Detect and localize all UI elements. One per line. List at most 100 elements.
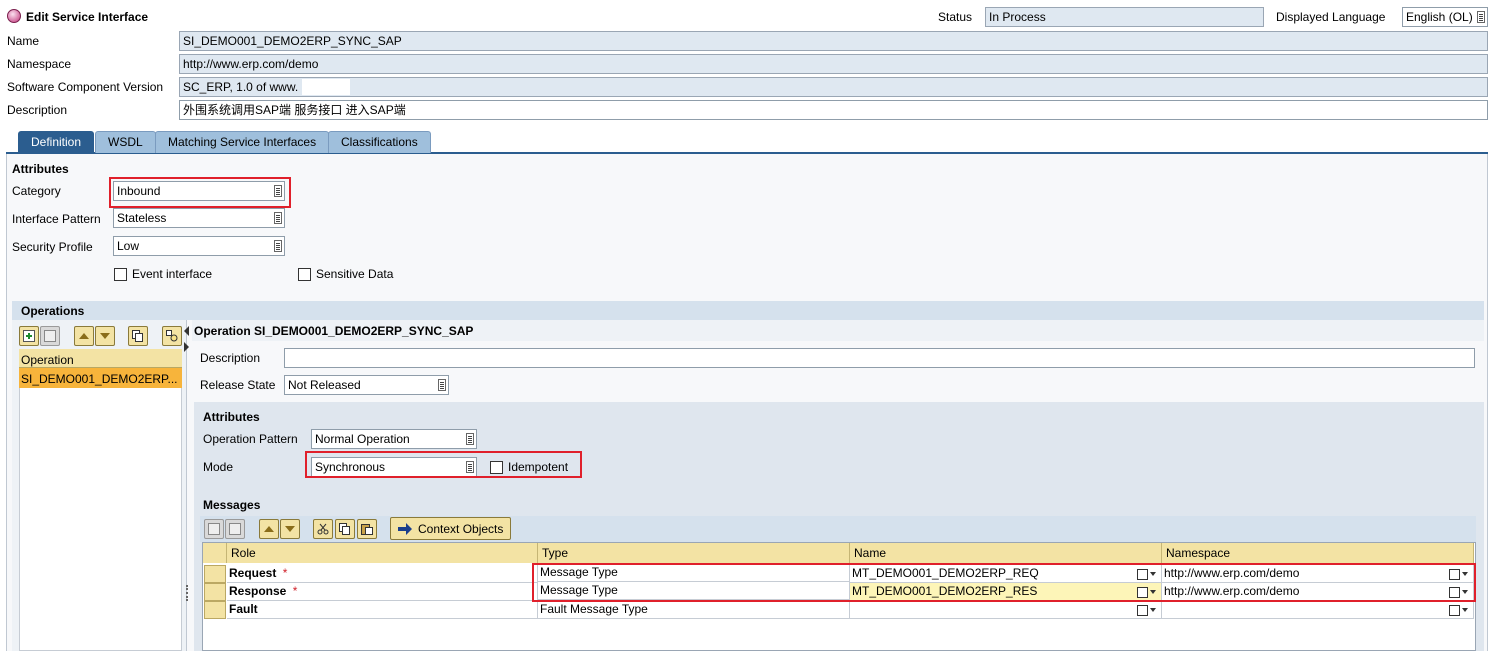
event-interface-label: Event interface xyxy=(132,267,213,281)
mode-label: Mode xyxy=(203,460,234,474)
message-move-up-button[interactable] xyxy=(259,519,279,539)
arrow-down-icon xyxy=(285,526,295,532)
value-help-icon[interactable] xyxy=(1137,604,1157,616)
required-marker: * xyxy=(282,566,288,580)
dropdown-icon[interactable] xyxy=(438,379,446,391)
value-help-icon[interactable] xyxy=(1449,586,1469,598)
arrow-up-icon xyxy=(264,526,274,532)
cut-button[interactable] xyxy=(313,519,333,539)
message-move-down-button[interactable] xyxy=(280,519,300,539)
arrow-up-icon xyxy=(79,333,89,339)
idempotent-label: Idempotent xyxy=(508,460,569,474)
value-help-icon[interactable] xyxy=(1137,568,1157,580)
security-profile-value: Low xyxy=(117,239,140,253)
release-state-label: Release State xyxy=(200,378,276,392)
paste-button[interactable] xyxy=(357,519,377,539)
release-state-select[interactable]: Not Released xyxy=(284,375,449,395)
security-profile-label: Security Profile xyxy=(12,240,93,254)
swcv-label: Software Component Version xyxy=(7,80,164,94)
row-selector[interactable] xyxy=(204,601,226,619)
operation-description-label: Description xyxy=(200,351,261,365)
move-up-button[interactable] xyxy=(74,326,94,346)
row-selector[interactable] xyxy=(204,565,226,583)
row-selector[interactable] xyxy=(204,583,226,601)
expand-panel-icon[interactable] xyxy=(184,342,189,352)
service-interface-icon xyxy=(7,9,21,23)
table-row-namespace[interactable]: http://www.erp.com/demo xyxy=(1162,583,1474,601)
language-label: Displayed Language xyxy=(1276,10,1386,24)
mode-value: Synchronous xyxy=(315,460,386,474)
copy-icon xyxy=(132,330,143,342)
table-row-role: Response * xyxy=(227,583,538,601)
collapse-panel-icon[interactable] xyxy=(184,326,189,336)
operation-description-input[interactable] xyxy=(284,348,1475,368)
language-select[interactable]: English (OL) xyxy=(1402,7,1488,27)
table-row-namespace[interactable] xyxy=(1162,601,1474,619)
dropdown-icon[interactable] xyxy=(1477,11,1485,23)
description-input[interactable]: 外围系统调用SAP端 服务接口 进入SAP端 xyxy=(179,100,1488,120)
arrow-right-icon xyxy=(398,523,412,535)
context-objects-button[interactable]: Context Objects xyxy=(390,517,511,540)
operations-heading: Operations xyxy=(21,304,85,318)
delete-row-icon xyxy=(229,523,241,535)
table-row-type[interactable]: Message Type xyxy=(538,564,850,582)
category-select[interactable]: Inbound xyxy=(113,181,285,201)
settings-icon xyxy=(166,330,178,342)
table-row-role: Fault xyxy=(227,601,538,619)
column-header-role[interactable]: Role xyxy=(227,543,538,563)
interface-pattern-select[interactable]: Stateless xyxy=(113,208,285,228)
add-message-button[interactable] xyxy=(204,519,224,539)
sensitive-data-label: Sensitive Data xyxy=(316,267,394,281)
value-help-icon[interactable] xyxy=(1137,586,1157,598)
column-header-name[interactable]: Name xyxy=(850,543,1162,563)
value-help-icon[interactable] xyxy=(1449,604,1469,616)
add-row-icon xyxy=(208,523,220,535)
table-row-name[interactable]: MT_DEMO001_DEMO2ERP_RES xyxy=(850,583,1162,601)
operation-pattern-select[interactable]: Normal Operation xyxy=(311,429,477,449)
delete-message-button[interactable] xyxy=(225,519,245,539)
mode-select[interactable]: Synchronous xyxy=(311,457,477,477)
table-row-name[interactable]: MT_DEMO001_DEMO2ERP_REQ xyxy=(850,565,1162,583)
context-objects-label: Context Objects xyxy=(418,522,504,536)
table-row-namespace[interactable]: http://www.erp.com/demo xyxy=(1162,565,1474,583)
add-operation-button[interactable] xyxy=(19,326,39,346)
dropdown-icon[interactable] xyxy=(466,461,474,473)
event-interface-checkbox[interactable] xyxy=(114,268,127,281)
table-row-name[interactable] xyxy=(850,601,1162,619)
table-row-role: Request * xyxy=(227,565,538,583)
value-help-icon[interactable] xyxy=(1449,568,1469,580)
swcv-value: SC_ERP, 1.0 of www. xyxy=(183,80,299,94)
scissors-icon xyxy=(317,523,329,535)
role-text: Request xyxy=(229,566,277,580)
tab-matching-service-interfaces[interactable]: Matching Service Interfaces xyxy=(155,131,330,153)
copy-operation-button[interactable] xyxy=(128,326,148,346)
messages-heading: Messages xyxy=(203,498,261,512)
panel-splitter-handle[interactable] xyxy=(186,585,188,601)
security-profile-select[interactable]: Low xyxy=(113,236,285,256)
attributes-heading: Attributes xyxy=(12,162,69,176)
description-label: Description xyxy=(7,103,68,117)
dropdown-icon[interactable] xyxy=(274,240,282,252)
tab-classifications[interactable]: Classifications xyxy=(328,131,431,153)
tab-definition[interactable]: Definition xyxy=(18,131,95,153)
delete-operation-button[interactable] xyxy=(40,326,60,346)
operations-bar xyxy=(12,301,1484,320)
move-down-button[interactable] xyxy=(95,326,115,346)
delete-row-icon xyxy=(44,330,56,342)
sensitive-data-checkbox[interactable] xyxy=(298,268,311,281)
table-row-type[interactable]: Fault Message Type xyxy=(538,601,850,619)
add-row-icon xyxy=(23,330,35,342)
table-row-type[interactable]: Message Type xyxy=(538,582,850,600)
operations-list-header-label: Operation xyxy=(21,353,74,367)
tab-wsdl[interactable]: WSDL xyxy=(95,131,156,153)
operation-settings-button[interactable] xyxy=(162,326,182,346)
operation-list-item-label: SI_DEMO001_DEMO2ERP... xyxy=(21,372,178,386)
dropdown-icon[interactable] xyxy=(274,212,282,224)
column-header-namespace[interactable]: Namespace xyxy=(1162,543,1474,563)
namespace-label: Namespace xyxy=(7,57,72,71)
column-header-type[interactable]: Type xyxy=(538,543,850,563)
dropdown-icon[interactable] xyxy=(466,433,474,445)
copy-button[interactable] xyxy=(335,519,355,539)
idempotent-checkbox[interactable] xyxy=(490,461,503,474)
dropdown-icon[interactable] xyxy=(274,185,282,197)
